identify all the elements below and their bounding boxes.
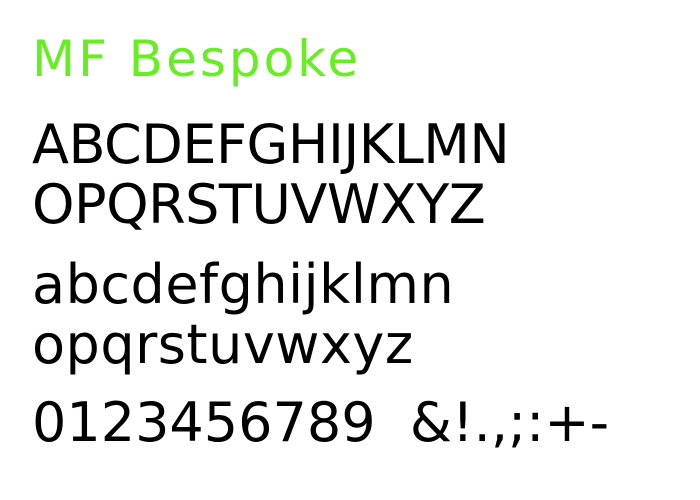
font-name-title: MF Bespoke: [32, 30, 362, 88]
uppercase-sample-line-2: OPQRSTUVWXYZ: [32, 173, 486, 236]
lowercase-sample-line-1: abcdefghijklmn: [32, 253, 455, 316]
lowercase-sample-line-2: opqrstuvwxyz: [32, 313, 414, 376]
font-specimen: MF Bespoke ABCDEFGHIJKLMN OPQRSTUVWXYZ a…: [0, 0, 700, 500]
digits-and-symbols-line: 0123456789 &!.,;:+-: [32, 391, 610, 454]
uppercase-sample-line-1: ABCDEFGHIJKLMN: [32, 113, 510, 176]
